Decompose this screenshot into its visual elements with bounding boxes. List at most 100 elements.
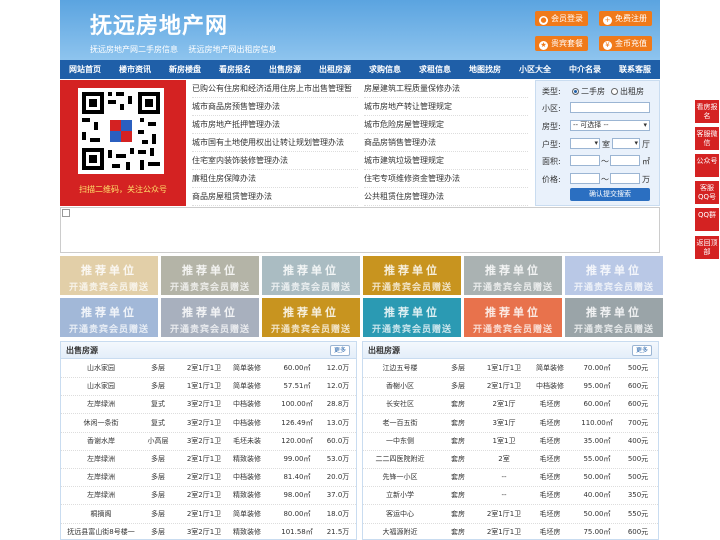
price-max-input[interactable] <box>610 173 640 184</box>
price-min-input[interactable] <box>570 173 600 184</box>
cell-community[interactable]: 桐摘阁 <box>63 505 139 523</box>
cell-community[interactable]: 左岸绿洲 <box>63 468 139 486</box>
cell-community[interactable]: 山水家园 <box>63 377 139 395</box>
table-row[interactable]: 二二四医院附近 套房 2室 毛坯房 55.00㎡ 500元 <box>363 450 658 469</box>
nav-want-rent[interactable]: 求租信息 <box>410 60 460 79</box>
recommend-tile[interactable]: 推荐单位 开通贵宾会员赠送 <box>161 256 259 295</box>
nav-home[interactable]: 网站首页 <box>60 60 110 79</box>
recommend-tile[interactable]: 推荐单位 开通贵宾会员赠送 <box>363 298 461 337</box>
area-min-input[interactable] <box>570 155 600 166</box>
recommend-tile[interactable]: 推荐单位 开通贵宾会员赠送 <box>565 298 663 337</box>
table-row[interactable]: 左岸绿洲 多层 2室1厅1卫 精致装修 99.00㎡ 53.0万 <box>61 450 356 469</box>
community-input[interactable] <box>570 102 650 113</box>
nav-map-search[interactable]: 地图找房 <box>460 60 510 79</box>
side-qq-group[interactable]: QQ群 <box>695 208 719 231</box>
recommend-tile[interactable]: 推荐单位 开通贵宾会员赠送 <box>565 256 663 295</box>
register-button[interactable]: + 免费注册 <box>599 11 652 26</box>
cell-community[interactable]: 香榭小区 <box>365 377 435 395</box>
table-row[interactable]: 大福源附近 套房 2室1厅1卫 毛坯房 75.00㎡ 600元 <box>363 523 658 539</box>
table-row[interactable]: 江边五号楼 多层 1室1厅1卫 简单装修 70.00㎡ 500元 <box>363 359 658 378</box>
cell-community[interactable]: 江边五号楼 <box>365 359 435 377</box>
recommend-tile[interactable]: 推荐单位 开通贵宾会员赠送 <box>262 298 360 337</box>
news-item[interactable]: 商品房销售管理办法 <box>364 134 528 152</box>
news-item[interactable]: 城市房地产转让管理规定 <box>364 98 528 116</box>
recommend-tile[interactable]: 推荐单位 开通贵宾会员赠送 <box>60 298 158 337</box>
cell-community[interactable]: 香谢水岸 <box>63 432 139 450</box>
cell-community[interactable]: 一中东侧 <box>365 432 435 450</box>
login-button[interactable]: ● 会员登录 <box>535 11 588 26</box>
vip-package-button[interactable]: ★ 贵宾套餐 <box>535 36 588 51</box>
recommend-tile[interactable]: 推荐单位 开通贵宾会员赠送 <box>60 256 158 295</box>
cell-community[interactable]: 老一百五街 <box>365 414 435 432</box>
cell-community[interactable]: 休闲一条街 <box>63 414 139 432</box>
table-row[interactable]: 香榭小区 多层 2室1厅1卫 中档装修 95.00㎡ 600元 <box>363 377 658 397</box>
news-item[interactable]: 城市房地产抵押管理办法 <box>192 116 358 134</box>
table-row[interactable]: 一中东侧 套房 1室1卫 毛坯房 35.00㎡ 400元 <box>363 432 658 451</box>
cell-community[interactable]: 二二四医院附近 <box>365 450 435 468</box>
table-row[interactable]: 长安社区 套房 2室1厅 毛坯房 60.00㎡ 600元 <box>363 395 658 415</box>
news-item[interactable]: 城市建筑垃圾管理规定 <box>364 152 528 170</box>
cell-community[interactable]: 左岸绿洲 <box>63 395 139 413</box>
cell-community[interactable]: 长安社区 <box>365 395 435 413</box>
table-row[interactable]: 桐摘阁 多层 2室1厅1卫 简单装修 80.00㎡ 18.0万 <box>61 505 356 524</box>
radio-secondhand[interactable]: 二手房 <box>572 86 605 97</box>
news-item[interactable]: 商品房屋租赁管理办法 <box>192 188 358 206</box>
table-row[interactable]: 客运中心 套房 2室1厅1卫 毛坯房 50.00㎡ 550元 <box>363 505 658 524</box>
nav-communities[interactable]: 小区大全 <box>510 60 560 79</box>
nav-want-buy[interactable]: 求购信息 <box>360 60 410 79</box>
recommend-tile[interactable]: 推荐单位 开通贵宾会员赠送 <box>464 256 562 295</box>
header-link-sale[interactable]: 抚远房地产网二手房信息 <box>90 45 178 54</box>
ad-banner[interactable] <box>60 207 660 253</box>
rent-more-button[interactable]: 更多 <box>632 345 652 356</box>
table-row[interactable]: 立新小学 套房 -- 毛坯房 40.00㎡ 350元 <box>363 486 658 506</box>
cell-community[interactable]: 先锋一小区 <box>365 468 435 486</box>
table-row[interactable]: 左岸绿洲 多层 2室2厅1卫 中档装修 81.40㎡ 20.0万 <box>61 468 356 488</box>
nav-agents[interactable]: 中介名录 <box>560 60 610 79</box>
cell-community[interactable]: 山水家园 <box>63 359 139 377</box>
room-select[interactable]: ▾ <box>570 138 600 149</box>
table-row[interactable]: 左岸绿洲 复式 3室2厅1卫 中档装修 100.00㎡ 28.8万 <box>61 395 356 415</box>
news-item[interactable]: 住宅专项维修资金管理办法 <box>364 170 528 188</box>
news-item[interactable]: 住宅室内装饰装修管理办法 <box>192 152 358 170</box>
news-item[interactable]: 城市国有土地使用权出让转让规划管理办法 <box>192 134 358 152</box>
news-item[interactable]: 公共租赁住房管理办法 <box>364 188 528 206</box>
table-row[interactable]: 抚远县富山街8号楼一 多层 3室2厅1卫 精致装修 101.58㎡ 21.5万 <box>61 523 356 539</box>
recommend-tile[interactable]: 推荐单位 开通贵宾会员赠送 <box>363 256 461 295</box>
side-back-to-top[interactable]: 返回顶部 <box>695 236 719 259</box>
table-row[interactable]: 山水家园 多层 1室1厅1卫 简单装修 57.51㎡ 12.0万 <box>61 377 356 397</box>
cell-community[interactable]: 客运中心 <box>365 505 435 523</box>
side-official-account[interactable]: 公众号 <box>695 154 719 177</box>
table-row[interactable]: 休闲一条街 复式 3室2厅1卫 中档装修 126.49㎡ 13.0万 <box>61 414 356 433</box>
table-row[interactable]: 老一百五街 套房 3室1厅 毛坯房 110.00㎡ 700元 <box>363 414 658 433</box>
nav-new-homes[interactable]: 新房楼盘 <box>160 60 210 79</box>
news-item[interactable]: 城市商品房预售管理办法 <box>192 98 358 116</box>
radio-rental[interactable]: 出租房 <box>611 86 644 97</box>
recommend-tile[interactable]: 推荐单位 开通贵宾会员赠送 <box>464 298 562 337</box>
hall-select[interactable]: ▾ <box>612 138 640 149</box>
header-link-rent[interactable]: 抚远房地产网出租房信息 <box>189 45 277 54</box>
area-max-input[interactable] <box>610 155 640 166</box>
side-service-wechat[interactable]: 客服微信 <box>695 127 719 150</box>
cell-community[interactable]: 抚远县富山街8号楼一 <box>63 523 139 539</box>
nav-for-rent[interactable]: 出租房源 <box>310 60 360 79</box>
cell-community[interactable]: 左岸绿洲 <box>63 450 139 468</box>
site-title[interactable]: 抚远房地产网 <box>90 8 228 40</box>
table-row[interactable]: 先锋一小区 套房 -- 毛坯房 50.00㎡ 500元 <box>363 468 658 488</box>
recommend-tile[interactable]: 推荐单位 开通贵宾会员赠送 <box>262 256 360 295</box>
nav-contact[interactable]: 联系客服 <box>610 60 660 79</box>
table-row[interactable]: 左岸绿洲 多层 2室2厅1卫 精致装修 98.00㎡ 37.0万 <box>61 486 356 506</box>
news-item[interactable]: 廉租住房保障办法 <box>192 170 358 188</box>
news-item[interactable]: 城市危险房屋管理规定 <box>364 116 528 134</box>
nav-for-sale[interactable]: 出售房源 <box>260 60 310 79</box>
table-row[interactable]: 山水家园 多层 2室1厅1卫 简单装修 60.00㎡ 12.0万 <box>61 359 356 378</box>
cell-community[interactable]: 左岸绿洲 <box>63 486 139 504</box>
recommend-tile[interactable]: 推荐单位 开通贵宾会员赠送 <box>161 298 259 337</box>
nav-news[interactable]: 楼市资讯 <box>110 60 160 79</box>
sale-more-button[interactable]: 更多 <box>330 345 350 356</box>
coin-recharge-button[interactable]: ¥ 金币充值 <box>599 36 652 51</box>
table-row[interactable]: 香谢水岸 小高层 3室2厅1卫 毛坯未装 120.00㎡ 60.0万 <box>61 432 356 451</box>
search-submit-button[interactable]: 确认提交搜索 <box>570 188 650 201</box>
nav-viewing-signup[interactable]: 看房报名 <box>210 60 260 79</box>
news-item[interactable]: 房屋建筑工程质量保修办法 <box>364 80 528 98</box>
news-item[interactable]: 已购公有住房和经济适用住房上市出售管理暂 <box>192 80 358 98</box>
